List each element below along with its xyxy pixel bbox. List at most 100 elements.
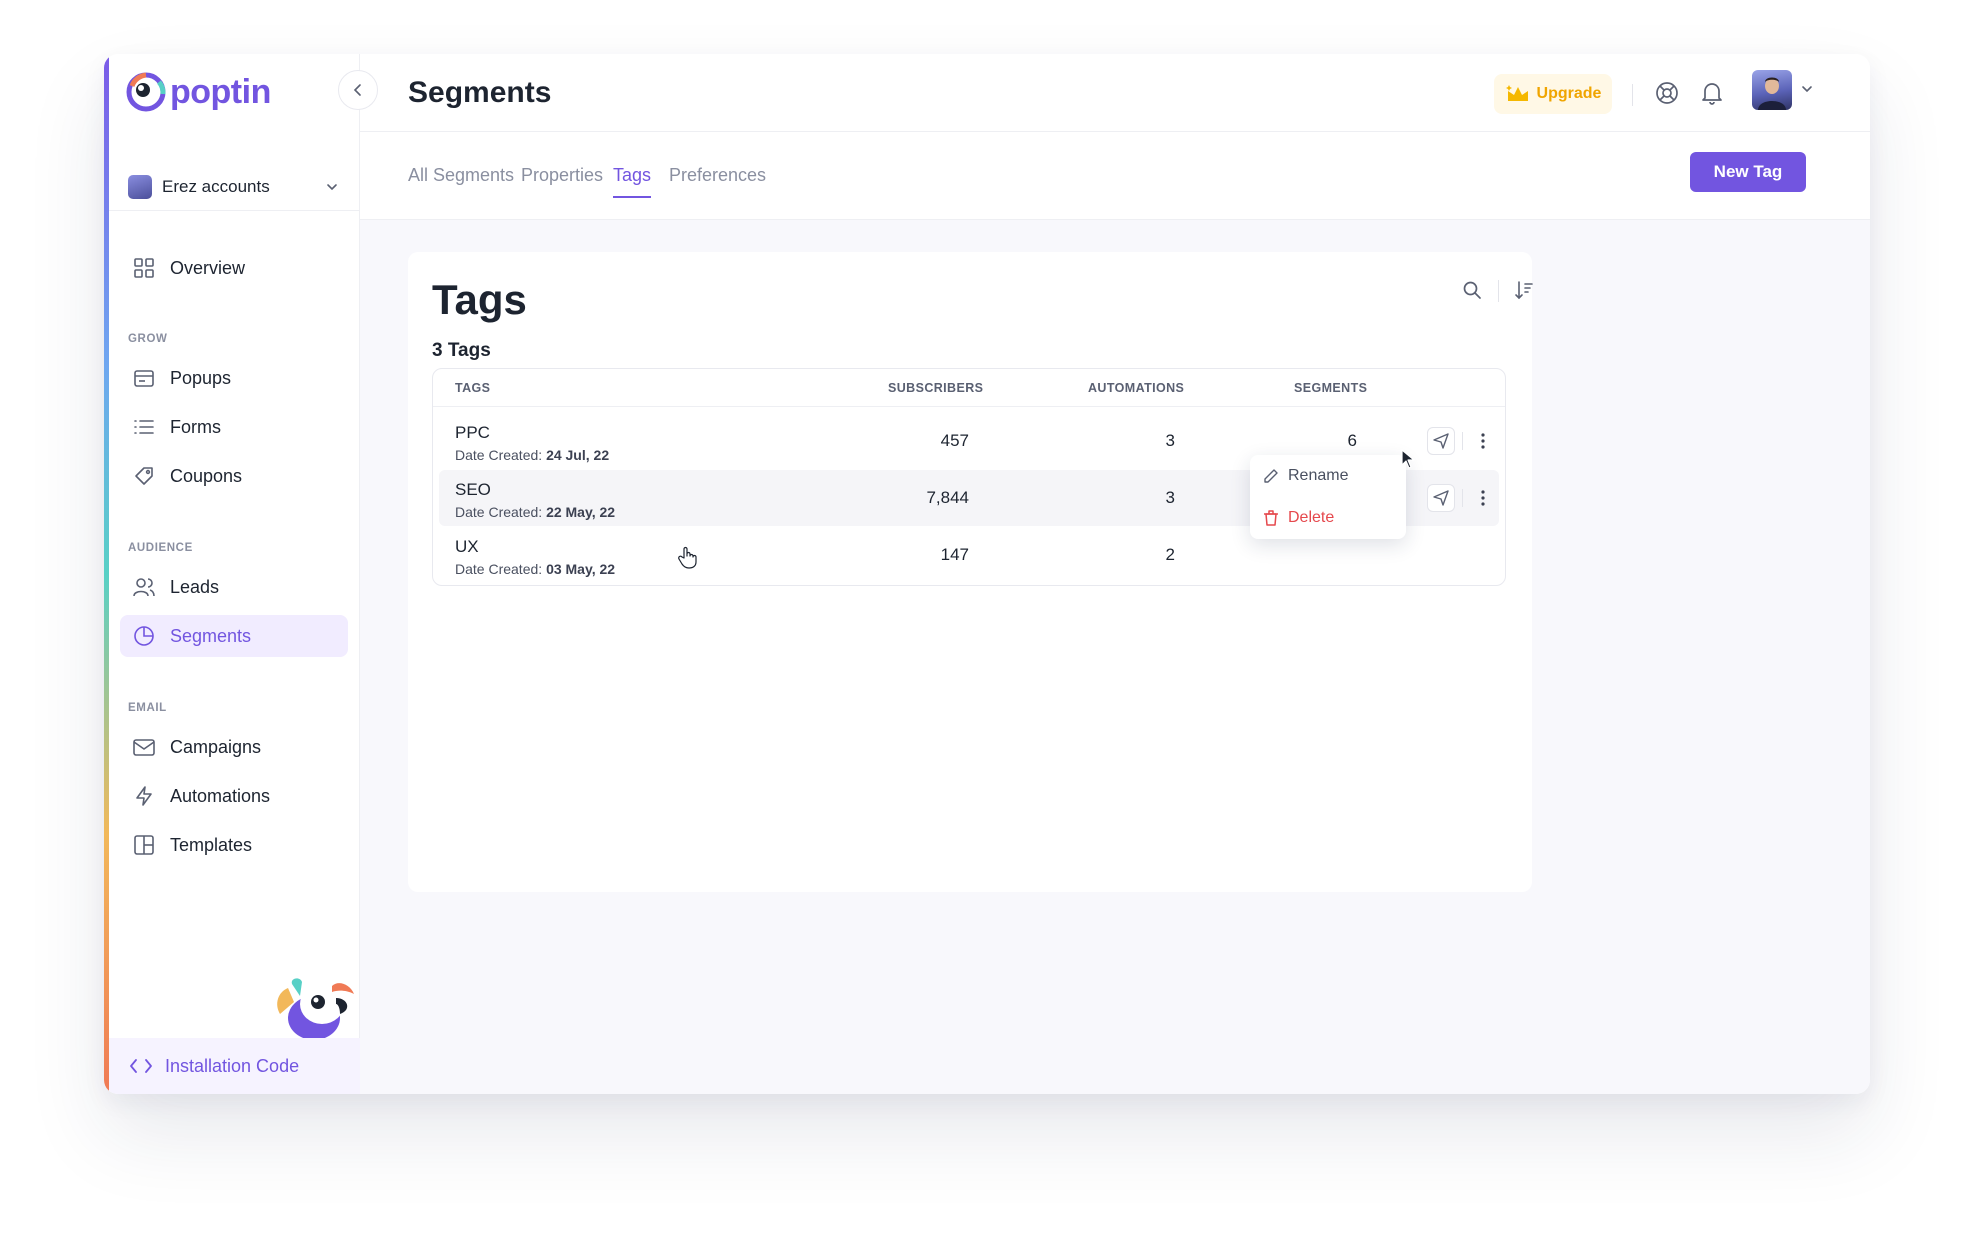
- sidebar-item-label: Coupons: [170, 465, 243, 486]
- row-action-divider: [1462, 489, 1463, 507]
- crown-icon: [1505, 85, 1528, 101]
- help-button[interactable]: [1652, 78, 1682, 108]
- tab-tags[interactable]: Tags: [613, 165, 652, 198]
- chevron-down-icon: [327, 184, 337, 191]
- tab-properties[interactable]: Properties: [521, 165, 603, 196]
- sidebar-item-campaigns[interactable]: Campaigns: [120, 726, 348, 768]
- automations-count: 3: [1165, 488, 1175, 507]
- delete-label: Delete: [1288, 509, 1335, 526]
- installation-code-button[interactable]: Installation Code: [109, 1038, 360, 1094]
- grid-icon: [132, 256, 156, 280]
- tag-name: UX: [455, 537, 479, 556]
- arrow-cursor-icon: [1401, 449, 1415, 469]
- main-content: Tags 3 Tags TAGS SUBSCRIBERS AUTOMATIONS…: [360, 220, 1870, 1094]
- column-header-subscribers[interactable]: SUBSCRIBERS: [888, 381, 983, 395]
- app-window: poptin Erez accounts Overview GROW Popup…: [104, 54, 1870, 1094]
- tag-count: 3 Tags: [432, 340, 491, 361]
- lightning-icon: [132, 784, 156, 808]
- bell-icon: [1702, 83, 1722, 105]
- sidebar-item-label: Campaigns: [170, 736, 262, 757]
- sidebar-item-forms[interactable]: Forms: [120, 406, 348, 448]
- column-header-segments[interactable]: SEGMENTS: [1294, 381, 1367, 395]
- more-options-button[interactable]: [1473, 427, 1493, 455]
- page-title: Segments: [408, 76, 552, 109]
- table-header: TAGS SUBSCRIBERS AUTOMATIONS SEGMENTS: [433, 369, 1505, 407]
- search-icon[interactable]: [1462, 280, 1482, 300]
- user-photo-icon: [1758, 77, 1786, 110]
- mail-icon: [132, 735, 156, 759]
- date-created: Date Created: 24 Jul, 22: [455, 447, 609, 463]
- user-avatar[interactable]: [1752, 70, 1792, 110]
- code-brackets-icon: [130, 1059, 152, 1073]
- pie-chart-icon: [132, 624, 156, 648]
- sidebar-item-coupons[interactable]: Coupons: [120, 455, 348, 497]
- tabs-bar: All Segments Properties Tags Preferences…: [360, 132, 1870, 220]
- date-created-label: Date Created:: [455, 561, 543, 577]
- logo-text: poptin: [170, 72, 271, 111]
- automations-count: 3: [1165, 431, 1175, 450]
- send-campaign-button[interactable]: [1427, 484, 1455, 512]
- kebab-menu-icon: [1481, 433, 1485, 449]
- send-campaign-button[interactable]: [1427, 427, 1455, 455]
- sidebar: poptin Erez accounts Overview GROW Popup…: [104, 54, 360, 1094]
- notifications-button[interactable]: [1697, 78, 1727, 108]
- date-created: Date Created: 03 May, 22: [455, 561, 615, 577]
- layout-icon: [132, 833, 156, 857]
- topbar-divider: [1632, 84, 1633, 106]
- subscribers-count: 7,844: [926, 488, 969, 507]
- tab-preferences[interactable]: Preferences: [669, 165, 766, 196]
- tab-all-segments[interactable]: All Segments: [408, 165, 514, 196]
- new-tag-button[interactable]: New Tag: [1690, 152, 1806, 192]
- sidebar-item-label: Forms: [170, 416, 221, 437]
- sort-icon[interactable]: [1514, 280, 1534, 300]
- section-label-email: EMAIL: [128, 702, 167, 714]
- sidebar-item-templates[interactable]: Templates: [120, 824, 348, 866]
- lifebuoy-icon: [1656, 82, 1678, 104]
- card-header-divider: [1498, 280, 1499, 302]
- section-label-audience: AUDIENCE: [128, 542, 193, 554]
- sidebar-item-automations[interactable]: Automations: [120, 775, 348, 817]
- upgrade-button[interactable]: Upgrade: [1494, 74, 1612, 114]
- sidebar-item-label: Popups: [170, 367, 232, 388]
- hand-cursor-icon: [678, 546, 697, 569]
- installation-code-label: Installation Code: [165, 1055, 300, 1076]
- sidebar-item-leads[interactable]: Leads: [120, 566, 348, 608]
- account-switcher[interactable]: Erez accounts: [128, 172, 340, 202]
- sidebar-divider: [109, 210, 360, 211]
- tag-name: SEO: [455, 480, 491, 499]
- tag-name: PPC: [455, 423, 490, 442]
- rename-menu-item[interactable]: Rename: [1262, 461, 1394, 491]
- collapse-sidebar-button[interactable]: [338, 70, 378, 110]
- logo[interactable]: poptin: [126, 72, 271, 112]
- automations-count: 2: [1165, 545, 1175, 564]
- sidebar-item-label: Overview: [170, 257, 246, 278]
- more-options-button[interactable]: [1473, 484, 1493, 512]
- sidebar-item-label: Templates: [170, 834, 253, 855]
- column-header-tags[interactable]: TAGS: [455, 381, 490, 395]
- send-icon: [1433, 433, 1449, 449]
- sidebar-item-label: Leads: [170, 576, 220, 597]
- send-icon: [1433, 490, 1449, 506]
- pencil-icon: [1264, 469, 1278, 483]
- section-label-grow: GROW: [128, 333, 168, 345]
- sidebar-item-popups[interactable]: Popups: [120, 357, 348, 399]
- sidebar-item-label: Segments: [170, 625, 252, 646]
- chevron-left-icon: [353, 84, 361, 96]
- account-name: Erez accounts: [162, 177, 270, 196]
- sidebar-item-overview[interactable]: Overview: [120, 247, 348, 289]
- date-created-value: 24 Jul, 22: [546, 447, 610, 463]
- subscribers-count: 457: [940, 431, 969, 450]
- sidebar-item-segments[interactable]: Segments: [120, 615, 348, 657]
- sidebar-item-label: Automations: [170, 785, 271, 806]
- card-title: Tags: [432, 276, 527, 323]
- tags-card: Tags 3 Tags TAGS SUBSCRIBERS AUTOMATIONS…: [408, 252, 1534, 892]
- poptin-logo-icon: [126, 72, 166, 112]
- popup-icon: [132, 366, 156, 390]
- delete-menu-item[interactable]: Delete: [1262, 503, 1394, 533]
- list-icon: [132, 415, 156, 439]
- segments-count: 6: [1347, 431, 1357, 450]
- row-context-menu: Rename Delete: [1250, 455, 1406, 539]
- column-header-automations[interactable]: AUTOMATIONS: [1088, 381, 1184, 395]
- date-created: Date Created: 22 May, 22: [455, 504, 615, 520]
- chevron-down-icon[interactable]: [1800, 82, 1814, 96]
